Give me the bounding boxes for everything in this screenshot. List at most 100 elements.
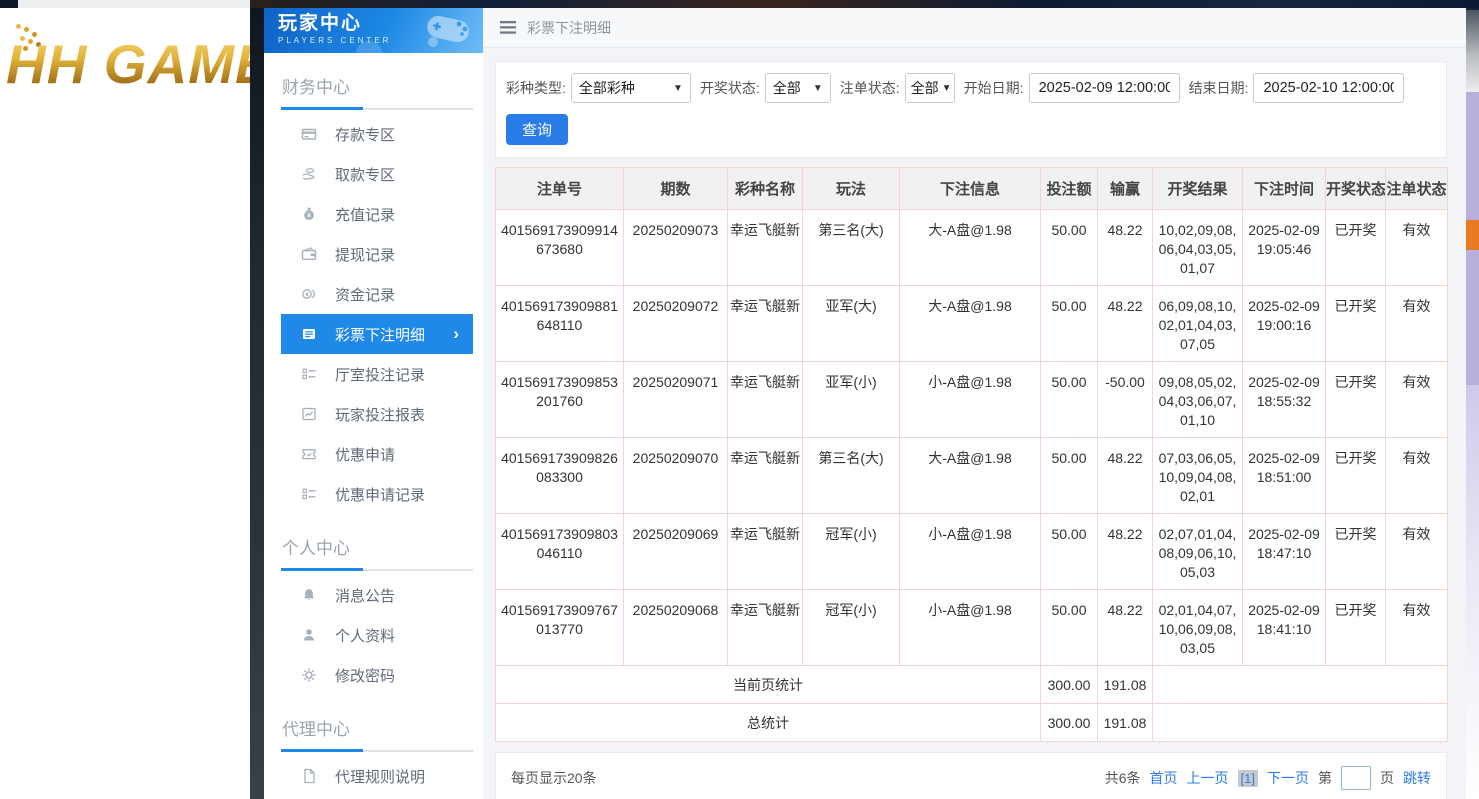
column-header: 注单状态 (1386, 168, 1448, 210)
breadcrumb: 彩票下注明细 (527, 18, 611, 38)
column-header: 下注信息 (900, 168, 1041, 210)
table-cell: 有效 (1386, 514, 1448, 590)
chevron-down-icon: ▼ (813, 83, 823, 94)
summary-winloss: 191.08 (1098, 666, 1153, 704)
svg-text:¥: ¥ (305, 291, 309, 298)
page-summary-row: 当前页统计300.00191.08 (496, 666, 1448, 704)
sidebar-item-label: 提现记录 (335, 244, 395, 265)
order-status-select[interactable]: 全部 ▼ (905, 73, 955, 103)
sidebar-item-promo-apply-records[interactable]: 优惠申请记录› (281, 474, 473, 514)
sidebar-item-label: 玩家投注报表 (335, 404, 425, 425)
sidebar-item-promo-apply[interactable]: 优惠申请› (281, 434, 473, 474)
brand-logo: HH GAME (6, 32, 250, 96)
logo-dots-decor (16, 24, 21, 29)
sidebar-item-deposit-zone[interactable]: 存款专区› (281, 114, 473, 154)
section-divider (281, 569, 473, 571)
section-divider (281, 750, 473, 752)
wallet-icon (301, 246, 317, 262)
filter-panel: 彩种类型: 全部彩种 ▼ 开奖状态: 全部 ▼ 注单状态: 全部 ▼ 开始日期:… (495, 61, 1447, 158)
left-divider-band (250, 0, 264, 799)
pagination-bar: 每页显示20条 共6条 首页 上一页 [1] 下一页 第 页 跳转 (495, 752, 1447, 799)
column-header: 玩法 (803, 168, 900, 210)
table-cell: 20250209071 (624, 362, 728, 438)
sidebar-section: 财务中心存款专区›取款专区›¥充值记录›提现记录›¥资金记录›彩票下注明细›厅室… (281, 53, 473, 514)
table-cell: 幸运飞艇新 (728, 286, 803, 362)
table-cell: 401569173909853201760 (496, 362, 624, 438)
table-cell: 2025-02-09 19:05:46 (1243, 210, 1326, 286)
table-row: 40156917390988164811020250209072幸运飞艇新亚军(… (496, 286, 1448, 362)
prev-page-link[interactable]: 上一页 (1187, 768, 1229, 788)
table-body: 40156917390991467368020250209073幸运飞艇新第三名… (496, 210, 1448, 742)
table-cell: 大-A盘@1.98 (900, 286, 1041, 362)
query-button[interactable]: 查询 (506, 114, 568, 145)
draw-status-select[interactable]: 全部 ▼ (765, 73, 831, 103)
summary-label: 当前页统计 (496, 666, 1041, 704)
table-cell: 已开奖 (1326, 210, 1386, 286)
page-jump-input[interactable] (1341, 766, 1371, 790)
sidebar-item-withdrawal-records[interactable]: 提现记录› (281, 234, 473, 274)
document-icon (301, 768, 317, 784)
order-status-value: 全部 (911, 78, 939, 98)
table-cell: 有效 (1386, 210, 1448, 286)
table-row: 40156917390985320176020250209071幸运飞艇新亚军(… (496, 362, 1448, 438)
column-header: 开奖结果 (1153, 168, 1243, 210)
table-cell: 已开奖 (1326, 590, 1386, 666)
chevron-down-icon: ▼ (942, 83, 952, 94)
table-cell: 小-A盘@1.98 (900, 514, 1041, 590)
table-cell: 48.22 (1098, 514, 1153, 590)
lottery-type-select[interactable]: 全部彩种 ▼ (571, 73, 691, 103)
menu-icon[interactable] (500, 21, 516, 34)
sidebar-item-lottery-bet-details[interactable]: 彩票下注明细› (281, 314, 473, 354)
sidebar-item-hall-bet-records[interactable]: 厅室投注记录› (281, 354, 473, 394)
table-cell: 20250209073 (624, 210, 728, 286)
main-content: 彩票下注明细 彩种类型: 全部彩种 ▼ 开奖状态: 全部 ▼ 注单状态: 全部 … (483, 8, 1466, 799)
table-cell: 50.00 (1041, 590, 1098, 666)
sidebar-item-funds-records[interactable]: ¥资金记录› (281, 274, 473, 314)
table-row: 40156917390982608330020250209070幸运飞艇新第三名… (496, 438, 1448, 514)
topbar: 彩票下注明细 (483, 8, 1466, 48)
table-cell: 02,01,04,07,10,06,09,08,03,05 (1153, 590, 1243, 666)
table-cell: 有效 (1386, 362, 1448, 438)
table-cell: 48.22 (1098, 210, 1153, 286)
sidebar-item-recharge-records[interactable]: ¥充值记录› (281, 194, 473, 234)
table-cell: -50.00 (1098, 362, 1153, 438)
coins-icon: ¥ (301, 286, 317, 302)
table-cell: 10,02,09,08,06,04,03,05,01,07 (1153, 210, 1243, 286)
table-cell: 冠军(小) (803, 590, 900, 666)
table-cell: 2025-02-09 18:51:00 (1243, 438, 1326, 514)
sidebar-item-label: 优惠申请 (335, 444, 395, 465)
first-page-link[interactable]: 首页 (1150, 768, 1178, 788)
sidebar-item-player-bet-report[interactable]: 玩家投注报表› (281, 394, 473, 434)
table-cell: 2025-02-09 18:47:10 (1243, 514, 1326, 590)
end-date-label: 结束日期: (1189, 78, 1249, 98)
svg-text:¥: ¥ (307, 212, 311, 219)
end-date-input[interactable] (1253, 73, 1404, 103)
draw-status-label: 开奖状态: (700, 78, 760, 98)
sidebar-item-messages[interactable]: 消息公告› (281, 575, 473, 615)
start-date-input[interactable] (1029, 73, 1180, 103)
sidebar-item-label: 优惠申请记录 (335, 484, 425, 505)
sidebar-item-label: 厅室投注记录 (335, 364, 425, 385)
right-edge-strip (1466, 0, 1479, 799)
column-header: 投注额 (1041, 168, 1098, 210)
sidebar-item-agent-rules[interactable]: 代理规则说明› (281, 756, 473, 796)
sidebar-header: 玩家中心 PLAYERS CENTER (264, 8, 483, 53)
table-cell: 小-A盘@1.98 (900, 362, 1041, 438)
chevron-down-icon: ▼ (673, 83, 683, 94)
table-cell: 大-A盘@1.98 (900, 210, 1041, 286)
sidebar-item-profile[interactable]: 个人资料› (281, 615, 473, 655)
sidebar-item-label: 彩票下注明细 (335, 324, 425, 345)
table-cell: 401569173909881648110 (496, 286, 624, 362)
next-page-link[interactable]: 下一页 (1267, 768, 1309, 788)
table-cell: 06,09,08,10,02,01,04,03,07,05 (1153, 286, 1243, 362)
table-cell: 大-A盘@1.98 (900, 438, 1041, 514)
table-cell: 2025-02-09 18:55:32 (1243, 362, 1326, 438)
jump-link[interactable]: 跳转 (1403, 768, 1431, 788)
table-cell: 已开奖 (1326, 286, 1386, 362)
sidebar-item-change-password[interactable]: 修改密码› (281, 655, 473, 695)
table-row: 40156917390976701377020250209068幸运飞艇新冠军(… (496, 590, 1448, 666)
sidebar-item-withdraw-zone[interactable]: 取款专区› (281, 154, 473, 194)
page-top-strip-light (18, 0, 250, 8)
person-icon (301, 627, 317, 643)
current-page-badge[interactable]: [1] (1238, 770, 1258, 787)
